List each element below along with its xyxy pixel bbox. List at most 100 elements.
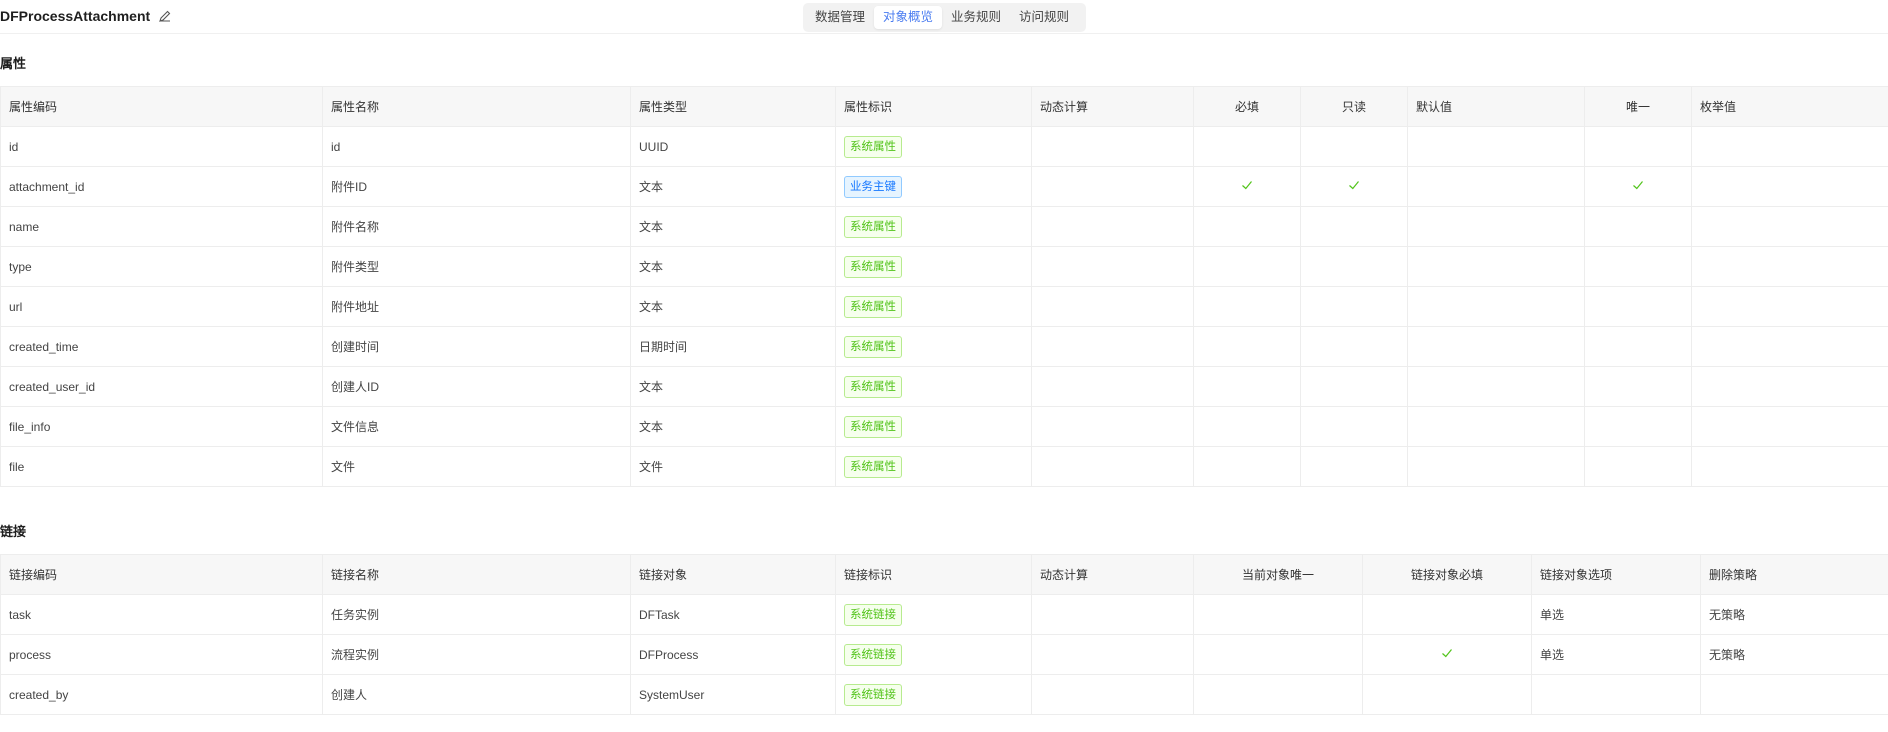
table-row: file_info 文件信息 文本 系统属性 xyxy=(0,406,1888,447)
tab-access-rules[interactable]: 访问规则 xyxy=(1010,6,1078,29)
column-header: 属性类型 xyxy=(630,86,836,127)
attr-flag-cell: 系统属性 xyxy=(835,206,1032,247)
attributes-header-row: 属性编码 属性名称 属性类型 属性标识 动态计算 必填 只读 默认值 唯一 枚举… xyxy=(0,86,1888,127)
attr-default xyxy=(1407,406,1585,447)
link-name: 流程实例 xyxy=(322,634,631,675)
attr-flag-badge: 系统属性 xyxy=(844,415,902,438)
link-flag-cell: 系统链接 xyxy=(835,674,1032,715)
table-row: id id UUID 系统属性 xyxy=(0,126,1888,167)
attr-readonly xyxy=(1300,246,1408,287)
attr-name: 附件名称 xyxy=(322,206,631,247)
attr-enum xyxy=(1691,406,1888,447)
column-header: 必填 xyxy=(1193,86,1301,127)
attr-code: created_time xyxy=(0,326,323,367)
column-header: 链接对象必填 xyxy=(1362,554,1532,595)
page-title-wrap: DFProcessAttachment xyxy=(0,8,172,24)
column-header: 唯一 xyxy=(1584,86,1692,127)
link-code: task xyxy=(0,594,323,635)
attr-readonly xyxy=(1300,166,1408,207)
attr-readonly xyxy=(1300,206,1408,247)
attr-code: url xyxy=(0,286,323,327)
attr-flag-cell: 系统属性 xyxy=(835,366,1032,407)
link-name: 任务实例 xyxy=(322,594,631,635)
link-current-unique xyxy=(1193,634,1363,675)
attr-required xyxy=(1193,406,1301,447)
attr-enum xyxy=(1691,286,1888,327)
link-name: 创建人 xyxy=(322,674,631,715)
attr-unique xyxy=(1584,446,1692,487)
attr-flag-cell: 业务主键 xyxy=(835,166,1032,207)
attr-name: 文件 xyxy=(322,446,631,487)
check-icon xyxy=(1633,181,1643,190)
link-flag-cell: 系统链接 xyxy=(835,634,1032,675)
column-header: 动态计算 xyxy=(1031,554,1194,595)
attr-readonly xyxy=(1300,366,1408,407)
attr-name: id xyxy=(322,126,631,167)
attr-flag-badge: 系统属性 xyxy=(844,455,902,478)
attr-name: 创建人ID xyxy=(322,366,631,407)
attr-default xyxy=(1407,446,1585,487)
table-row: type 附件类型 文本 系统属性 xyxy=(0,246,1888,287)
attr-name: 创建时间 xyxy=(322,326,631,367)
view-tabs: 数据管理 对象概览 业务规则 访问规则 xyxy=(803,3,1086,32)
attr-default xyxy=(1407,246,1585,287)
attr-unique xyxy=(1584,286,1692,327)
link-target-required xyxy=(1362,674,1532,715)
link-flag-badge: 系统链接 xyxy=(844,643,902,666)
attr-required xyxy=(1193,126,1301,167)
column-header: 链接对象选项 xyxy=(1531,554,1701,595)
table-row: file 文件 文件 系统属性 xyxy=(0,446,1888,487)
attr-unique xyxy=(1584,326,1692,367)
attr-flag-cell: 系统属性 xyxy=(835,246,1032,287)
attr-dynamic xyxy=(1031,446,1194,487)
table-row: url 附件地址 文本 系统属性 xyxy=(0,286,1888,327)
link-target-required xyxy=(1362,634,1532,675)
attr-dynamic xyxy=(1031,126,1194,167)
links-table: 链接编码 链接名称 链接对象 链接标识 动态计算 当前对象唯一 链接对象必填 链… xyxy=(0,554,1888,715)
attr-flag-badge: 系统属性 xyxy=(844,375,902,398)
attr-default xyxy=(1407,126,1585,167)
link-dynamic xyxy=(1031,674,1194,715)
link-current-unique xyxy=(1193,674,1363,715)
attr-required xyxy=(1193,446,1301,487)
tab-business-rules[interactable]: 业务规则 xyxy=(942,6,1010,29)
attr-type: 文本 xyxy=(630,206,836,247)
edit-icon[interactable] xyxy=(158,9,172,23)
table-row: name 附件名称 文本 系统属性 xyxy=(0,206,1888,247)
link-flag-badge: 系统链接 xyxy=(844,683,902,706)
attr-unique xyxy=(1584,166,1692,207)
attr-flag-badge: 系统属性 xyxy=(844,335,902,358)
attr-required xyxy=(1193,286,1301,327)
attr-flag-cell: 系统属性 xyxy=(835,126,1032,167)
attr-default xyxy=(1407,206,1585,247)
attr-type: 文本 xyxy=(630,286,836,327)
tab-data-management[interactable]: 数据管理 xyxy=(806,6,874,29)
attr-code: id xyxy=(0,126,323,167)
column-header: 属性名称 xyxy=(322,86,631,127)
attr-flag-cell: 系统属性 xyxy=(835,406,1032,447)
link-flag-badge: 系统链接 xyxy=(844,603,902,626)
link-option xyxy=(1531,674,1701,715)
column-header: 动态计算 xyxy=(1031,86,1194,127)
column-header: 属性标识 xyxy=(835,86,1032,127)
attr-code: type xyxy=(0,246,323,287)
check-icon xyxy=(1349,181,1359,190)
attributes-table: 属性编码 属性名称 属性类型 属性标识 动态计算 必填 只读 默认值 唯一 枚举… xyxy=(0,86,1888,487)
check-icon xyxy=(1242,181,1252,190)
attr-flag-cell: 系统属性 xyxy=(835,286,1032,327)
attr-flag-cell: 系统属性 xyxy=(835,326,1032,367)
attr-unique xyxy=(1584,206,1692,247)
attr-type: UUID xyxy=(630,126,836,167)
attr-name: 附件类型 xyxy=(322,246,631,287)
attr-unique xyxy=(1584,406,1692,447)
attr-enum xyxy=(1691,246,1888,287)
attr-flag-badge: 系统属性 xyxy=(844,295,902,318)
attr-type: 文本 xyxy=(630,166,836,207)
attr-enum xyxy=(1691,206,1888,247)
link-target-required xyxy=(1362,594,1532,635)
table-row: process 流程实例 DFProcess 系统链接 单选 无策略 xyxy=(0,634,1888,675)
attr-required xyxy=(1193,246,1301,287)
tab-object-overview[interactable]: 对象概览 xyxy=(874,6,943,29)
link-target: SystemUser xyxy=(630,674,836,715)
link-code: process xyxy=(0,634,323,675)
